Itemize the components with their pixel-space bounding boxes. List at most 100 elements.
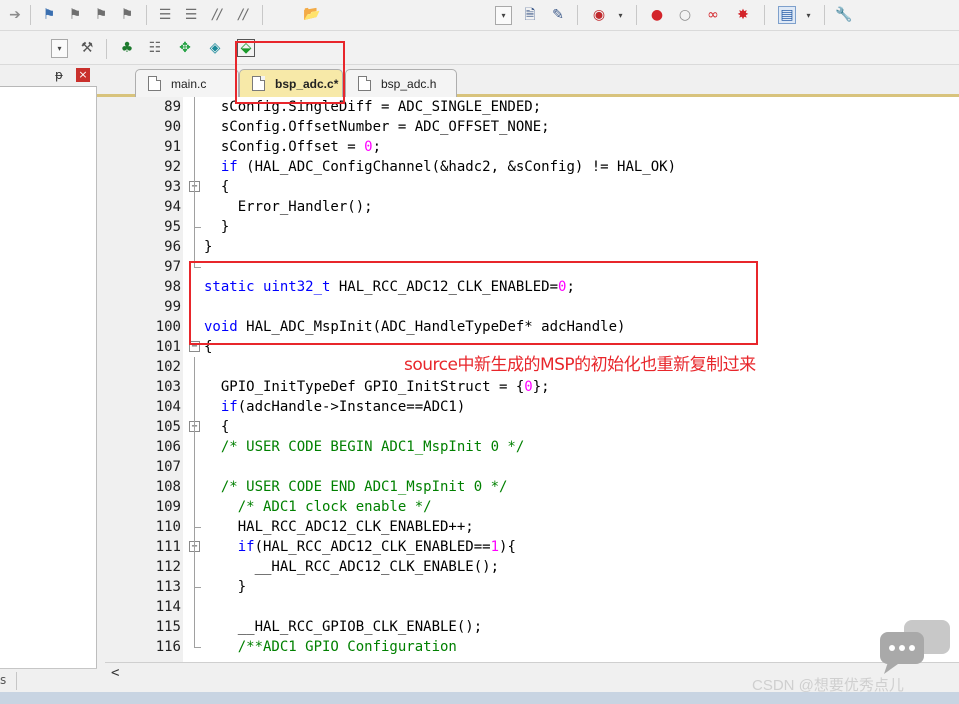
editor-tab-bar: main.c bsp_adc.c* bsp_adc.h [97,65,959,97]
watermark-text: CSDN @想要优秀点儿 [752,677,904,694]
code-line[interactable]: sConfig.OffsetNumber = ADC_OFFSET_NONE; [204,117,550,137]
breakpoint-enable-icon[interactable]: ○ [676,6,694,24]
open-project-icon[interactable]: 📂 [303,5,321,23]
debug-start-icon[interactable]: ◉ [590,6,608,24]
annotation-text: source中新生成的MSP的初始化也重新复制过来 [404,355,756,375]
line-number: 102 [155,359,181,375]
line-number: 94 [164,199,181,215]
toolbar-top: ➔ ⚑ ⚑ ⚑ ⚑ ☰ ☰ // // 📂 ▾ 🗎 ✎ ◉ ▾ ● ○ ∞ ✸ … [0,0,959,31]
code-line[interactable]: /**ADC1 GPIO Configuration [204,637,457,657]
bookmark-set-icon[interactable]: ⚑ [40,6,58,24]
code-line[interactable]: sConfig.Offset = 0; [204,137,381,157]
code-line[interactable]: if (HAL_ADC_ConfigChannel(&hadc2, &sConf… [204,157,676,177]
code-line[interactable]: Error_Handler(); [204,197,373,217]
comment-icon[interactable]: // [208,6,226,24]
line-number: 105 [155,419,181,435]
line-number: 106 [155,439,181,455]
project-panel: ᵽ × s [0,65,97,692]
find-dropdown[interactable]: ▾ [495,6,512,25]
tab-bsp-adc-h[interactable]: bsp_adc.h [345,69,457,97]
bookmark-prev-icon[interactable]: ⚑ [66,6,84,24]
toolbar-bottom: ▾ ⚒ ♣ ☷ ✥ ◈ ⬙ [0,31,959,65]
run-time-env-icon[interactable]: ✥ [176,39,194,57]
code-line[interactable]: if(HAL_RCC_ADC12_CLK_ENABLED==1){ [204,537,516,557]
breakpoint-kill-all-icon[interactable]: ✸ [734,6,752,24]
debug-dropdown[interactable]: ▾ [612,6,629,25]
code-line[interactable]: __HAL_RCC_ADC12_CLK_ENABLE(); [204,557,499,577]
file-icon [358,76,371,91]
indent-icon[interactable]: ☰ [156,6,174,24]
pack-installer-icon[interactable]: ◈ [206,39,224,57]
close-icon[interactable]: × [76,68,90,82]
line-number: 101 [155,339,181,355]
panel-tab-label[interactable]: s [0,673,6,687]
line-number: 109 [155,499,181,515]
tab-label: main.c [171,76,207,91]
line-number: 116 [155,639,181,655]
code-line[interactable]: } [204,217,229,237]
code-line[interactable]: __HAL_RCC_GPIOB_CLK_ENABLE(); [204,617,482,637]
code-line[interactable]: if(adcHandle->Instance==ADC1) [204,397,465,417]
bookmark-clear-icon[interactable]: ⚑ [118,6,136,24]
line-number: 96 [164,239,181,255]
line-number: 95 [164,219,181,235]
file-find-icon[interactable]: 🗎 [521,6,539,24]
code-line[interactable]: { [204,417,229,437]
code-line[interactable]: { [204,177,229,197]
line-number: 115 [155,619,181,635]
code-line[interactable]: } [204,577,246,597]
fold-end-tick [194,527,201,528]
highlight-box-tab [235,41,345,104]
line-number: 99 [164,299,181,315]
pin-icon[interactable]: ᵽ [55,68,63,82]
tab-label: bsp_adc.h [381,76,437,91]
project-panel-footer: s [0,668,97,692]
line-number: 108 [155,479,181,495]
uncomment-icon[interactable]: // [234,6,252,24]
line-number: 92 [164,159,181,175]
line-number: 107 [155,459,181,475]
highlight-box-code [189,261,758,345]
code-editor[interactable]: 89 90 91 92 93 94 95 96 97 98 99 100 101 102 103 104 105… [105,97,959,662]
fold-guide-line [194,557,195,587]
code-line[interactable]: /* ADC1 clock enable */ [204,497,432,517]
layout-dropdown[interactable]: ▾ [800,6,817,25]
fold-end-tick [194,647,201,648]
line-number: 98 [164,279,181,295]
incremental-find-icon[interactable]: ✎ [549,6,567,24]
line-number: 110 [155,519,181,535]
configure-icon[interactable]: 🔧 [835,6,853,24]
line-number: 114 [155,599,181,615]
line-number: 103 [155,379,181,395]
code-line[interactable]: HAL_RCC_ADC12_CLK_ENABLED++; [204,517,474,537]
code-line[interactable]: /* USER CODE BEGIN ADC1_MspInit 0 */ [204,437,524,457]
scroll-left-icon[interactable]: < [111,665,119,681]
line-number: 97 [164,259,181,275]
line-number: 90 [164,119,181,135]
window-layout-icon[interactable]: ▤ [778,6,796,24]
forward-arrow-icon[interactable]: ➔ [6,6,24,24]
select-packs-icon[interactable]: ☷ [146,39,164,57]
target-options-icon[interactable]: ⚒ [78,39,96,57]
line-number: 89 [164,99,181,115]
code-line[interactable]: /* USER CODE END ADC1_MspInit 0 */ [204,477,508,497]
manage-components-icon[interactable]: ♣ [118,39,136,57]
line-number: 113 [155,579,181,595]
line-number: 100 [155,319,181,335]
tab-main-c[interactable]: main.c [135,69,239,97]
breakpoint-insert-icon[interactable]: ● [648,6,666,24]
code-line[interactable]: } [204,237,212,257]
fold-guide-line [194,97,195,267]
ide-window: ➔ ⚑ ⚑ ⚑ ⚑ ☰ ☰ // // 📂 ▾ 🗎 ✎ ◉ ▾ ● ○ ∞ ✸ … [0,0,959,704]
project-panel-header: ᵽ × [0,65,97,87]
line-number: 112 [155,559,181,575]
fold-end-tick [194,587,201,588]
breakpoint-disable-icon[interactable]: ∞ [704,6,722,24]
line-number: 93 [164,179,181,195]
code-line[interactable]: GPIO_InitTypeDef GPIO_InitStruct = {0}; [204,377,550,397]
line-number: 104 [155,399,181,415]
unindent-icon[interactable]: ☰ [182,6,200,24]
fold-end-tick [194,227,201,228]
bookmark-next-icon[interactable]: ⚑ [92,6,110,24]
target-dropdown[interactable]: ▾ [51,39,68,58]
